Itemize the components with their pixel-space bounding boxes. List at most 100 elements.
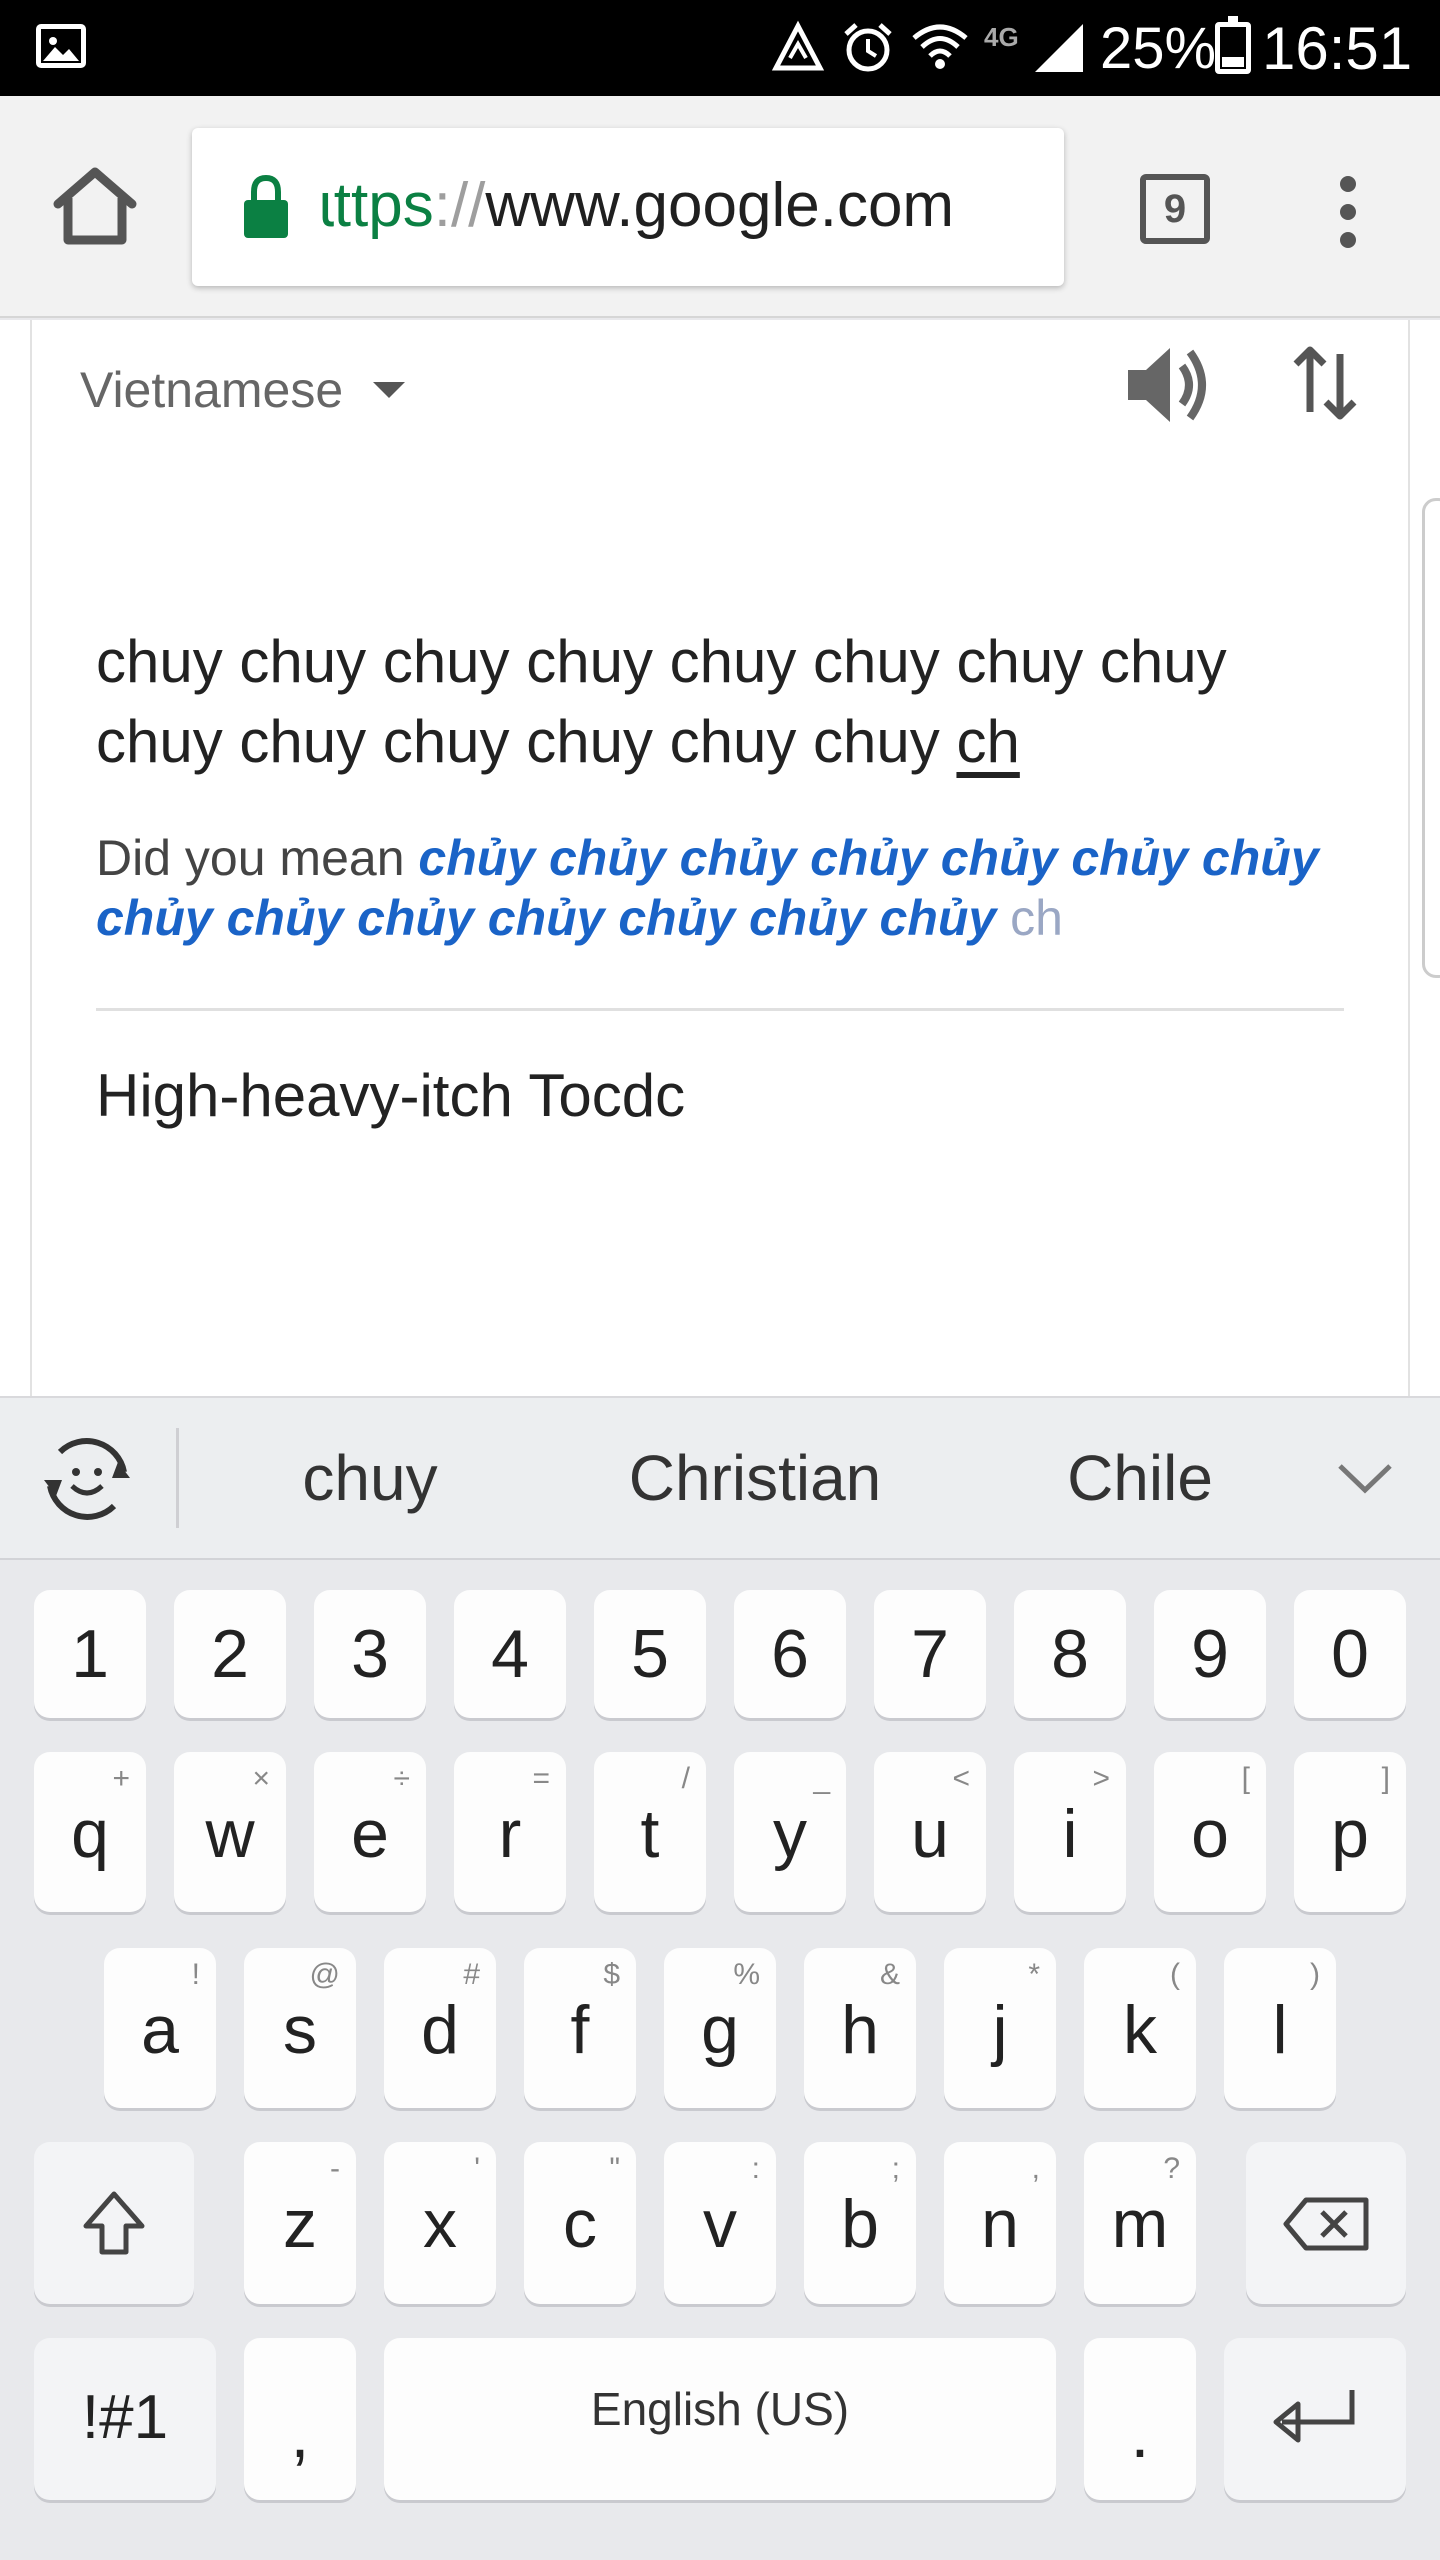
key-f-label: f [570, 1992, 590, 2068]
key-5[interactable]: 5 [594, 1590, 706, 1718]
key-q[interactable]: + q [34, 1752, 146, 1912]
key-w-alt-label: × [252, 1762, 270, 1795]
key-w[interactable]: × w [174, 1752, 286, 1912]
key-y-alt-label: _ [813, 1762, 830, 1795]
key-l-label: l [1272, 1992, 1288, 2068]
key-j[interactable]: * j [944, 1948, 1056, 2108]
tab-count: 9 [1163, 187, 1187, 231]
key-h[interactable]: & h [804, 1948, 916, 2108]
key-z[interactable]: -z [244, 2142, 356, 2304]
key-c[interactable]: " c [524, 2142, 636, 2304]
key-y-label: y [773, 1796, 807, 1872]
key-2[interactable]: 2 [174, 1590, 286, 1718]
key-f[interactable]: $ f [524, 1948, 636, 2108]
enter-key[interactable] [1224, 2338, 1406, 2500]
key-6[interactable]: 6 [734, 1590, 846, 1718]
key-o[interactable]: [o [1154, 1752, 1266, 1912]
key-j-label: j [992, 1992, 1008, 2068]
key-d[interactable]: # d [384, 1948, 496, 2108]
shift-key[interactable] [34, 2142, 194, 2304]
signal-icon [1034, 24, 1083, 72]
key-4-label: 4 [491, 1616, 529, 1692]
space-label: English (US) [590, 2383, 850, 2435]
url-text[interactable]: ɩttps://www.google.com [320, 168, 954, 244]
status-icons: 4G [770, 18, 1085, 78]
comma-key[interactable]: , [244, 2338, 356, 2500]
url-scheme: ɩttps [320, 171, 434, 240]
swap-languages-icon[interactable] [1290, 342, 1360, 424]
key-g[interactable]: % g [664, 1948, 776, 2108]
period-key[interactable]: . [1084, 2338, 1196, 2500]
suggestion-3[interactable]: Chile [1020, 1438, 1260, 1518]
key-q-alt-label: + [112, 1762, 130, 1795]
key-g-label: g [701, 1992, 739, 2068]
key-u-alt-label: < [952, 1762, 970, 1795]
key-f-alt-label: $ [603, 1958, 620, 1991]
key-a[interactable]: ! a [104, 1948, 216, 2108]
symbols-label: !#1 [81, 2383, 169, 2452]
key-7[interactable]: 7 [874, 1590, 986, 1718]
key-7-label: 7 [911, 1616, 949, 1692]
key-1[interactable]: 1 [34, 1590, 146, 1718]
key-3[interactable]: 3 [314, 1590, 426, 1718]
suggestion-1[interactable]: chuy [250, 1438, 490, 1518]
space-key[interactable]: English (US) [384, 2338, 1056, 2500]
did-you-mean-label: Did you mean [96, 830, 419, 886]
source-text[interactable]: chuy chuy chuy chuy chuy chuy chuy chuy … [96, 622, 1356, 782]
comma-label: , [290, 2396, 310, 2472]
overflow-menu-icon[interactable] [1320, 174, 1376, 250]
key-p-label: p [1331, 1796, 1369, 1872]
key-r-label: r [498, 1796, 522, 1872]
speaker-icon[interactable] [1124, 340, 1214, 430]
key-x[interactable]: ' x [384, 2142, 496, 2304]
key-v[interactable]: :v [664, 2142, 776, 2304]
shift-icon [83, 2191, 145, 2255]
key-v-alt-label: : [751, 2152, 760, 2185]
wifi-icon [912, 24, 968, 69]
key-s-label: s [283, 1992, 317, 2068]
key-m[interactable]: ? m [1084, 2142, 1196, 2304]
backspace-key[interactable] [1246, 2142, 1406, 2304]
keyboard: 1234567890 + q × w ÷ e = r / t _ y < u > i[o] p ! a @ s # d $ f… [0, 1560, 1440, 2560]
key-t[interactable]: / t [594, 1752, 706, 1912]
key-z-alt-label: - [330, 2152, 340, 2185]
key-9[interactable]: 9 [1154, 1590, 1266, 1718]
key-0[interactable]: 0 [1294, 1590, 1406, 1718]
source-language-select[interactable]: Vietnamese [80, 360, 406, 420]
key-i-alt-label: > [1092, 1762, 1110, 1795]
key-k-label: k [1123, 1992, 1157, 2068]
tab-switcher-icon[interactable]: 9 [1140, 174, 1210, 244]
symbols-key[interactable]: !#1 [34, 2338, 216, 2500]
key-w-label: w [205, 1796, 255, 1872]
key-y[interactable]: _ y [734, 1752, 846, 1912]
key-d-alt-label: # [463, 1958, 480, 1991]
key-s[interactable]: @ s [244, 1948, 356, 2108]
url-bar[interactable]: ɩttps://www.google.com [192, 128, 1064, 286]
key-u[interactable]: < u [874, 1752, 986, 1912]
key-l[interactable]: ) l [1224, 1948, 1336, 2108]
key-p[interactable]: ] p [1294, 1752, 1406, 1912]
key-i-label: i [1062, 1796, 1078, 1872]
home-icon[interactable] [50, 166, 140, 246]
key-q-label: q [71, 1796, 109, 1872]
key-p-alt-label: ] [1381, 1762, 1390, 1795]
translation-result: High-heavy-itch Tocdc [96, 1062, 686, 1129]
key-h-label: h [841, 1992, 879, 2068]
emoji-icon[interactable] [40, 1432, 134, 1526]
edge-panel-handle[interactable] [1422, 498, 1440, 978]
key-r[interactable]: = r [454, 1752, 566, 1912]
key-i[interactable]: > i [1014, 1752, 1126, 1912]
key-0-label: 0 [1331, 1616, 1369, 1692]
suggestion-separator [176, 1428, 179, 1528]
key-4[interactable]: 4 [454, 1590, 566, 1718]
key-3-label: 3 [351, 1616, 389, 1692]
key-b[interactable]: ; b [804, 2142, 916, 2304]
key-8[interactable]: 8 [1014, 1590, 1126, 1718]
caret-down-icon [373, 382, 406, 398]
chevron-down-icon[interactable] [1330, 1448, 1400, 1508]
source-language-label: Vietnamese [80, 362, 344, 418]
suggestion-2[interactable]: Christian [580, 1438, 930, 1518]
key-k[interactable]: (k [1084, 1948, 1196, 2108]
key-n[interactable]: ,n [944, 2142, 1056, 2304]
key-e[interactable]: ÷ e [314, 1752, 426, 1912]
